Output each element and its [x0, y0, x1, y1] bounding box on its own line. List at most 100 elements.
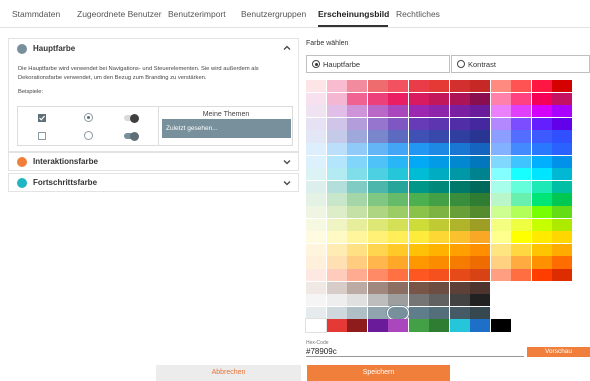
color-swatch[interactable]: [470, 319, 491, 332]
color-swatch[interactable]: [388, 319, 409, 332]
color-swatch[interactable]: [449, 319, 470, 332]
color-swatch[interactable]: [367, 80, 388, 93]
color-swatch[interactable]: [531, 243, 552, 257]
color-swatch[interactable]: [511, 105, 532, 118]
color-swatch[interactable]: [367, 143, 388, 156]
color-swatch[interactable]: [490, 269, 511, 282]
color-swatch[interactable]: [306, 155, 327, 168]
color-swatch[interactable]: [490, 117, 511, 131]
color-swatch[interactable]: [326, 92, 347, 105]
color-swatch[interactable]: [326, 193, 347, 206]
color-swatch[interactable]: [531, 92, 552, 105]
color-swatch[interactable]: [552, 243, 573, 257]
color-swatch[interactable]: [388, 180, 409, 194]
color-swatch[interactable]: [449, 80, 470, 93]
color-swatch[interactable]: [367, 155, 388, 168]
color-swatch[interactable]: [367, 319, 388, 332]
color-swatch[interactable]: [306, 193, 327, 206]
color-swatch[interactable]: [326, 294, 347, 307]
color-swatch[interactable]: [326, 218, 347, 231]
color-swatch[interactable]: [429, 168, 450, 181]
color-swatch[interactable]: [470, 269, 491, 282]
tab-stammdaten[interactable]: Stammdaten: [12, 9, 60, 19]
color-swatch[interactable]: [408, 105, 429, 118]
color-swatch[interactable]: [511, 231, 532, 244]
color-swatch[interactable]: [490, 155, 511, 168]
color-swatch[interactable]: [326, 168, 347, 181]
color-swatch[interactable]: [408, 130, 429, 143]
color-swatch[interactable]: [552, 168, 573, 181]
color-swatch[interactable]: [449, 281, 470, 294]
color-swatch[interactable]: [429, 80, 450, 93]
tab-erscheinungsbild[interactable]: Erscheinungsbild: [318, 9, 389, 19]
color-swatch[interactable]: [429, 155, 450, 168]
color-swatch[interactable]: [367, 92, 388, 105]
color-swatch[interactable]: [306, 105, 327, 118]
color-swatch[interactable]: [552, 256, 573, 269]
option-hauptfarbe[interactable]: Hauptfarbe: [306, 55, 450, 73]
color-swatch[interactable]: [449, 143, 470, 156]
color-swatch[interactable]: [429, 231, 450, 244]
color-swatch[interactable]: [367, 269, 388, 282]
color-swatch[interactable]: [429, 281, 450, 294]
color-swatch[interactable]: [511, 206, 532, 219]
hex-code-input[interactable]: [306, 346, 524, 357]
color-swatch[interactable]: [326, 243, 347, 257]
color-swatch[interactable]: [367, 294, 388, 307]
color-swatch[interactable]: [367, 117, 388, 131]
radio-kontrast[interactable]: [457, 60, 465, 68]
color-swatch[interactable]: [490, 180, 511, 194]
color-swatch[interactable]: [552, 269, 573, 282]
color-swatch[interactable]: [367, 180, 388, 194]
color-swatch[interactable]: [449, 206, 470, 219]
color-swatch[interactable]: [408, 281, 429, 294]
color-swatch[interactable]: [306, 180, 327, 194]
color-swatch[interactable]: [388, 206, 409, 219]
color-swatch[interactable]: [490, 143, 511, 156]
color-swatch[interactable]: [552, 117, 573, 131]
color-swatch[interactable]: [470, 281, 491, 294]
tab-zugeordnete-benutzer[interactable]: Zugeordnete Benutzer: [77, 9, 162, 19]
color-swatch[interactable]: [531, 218, 552, 231]
color-swatch[interactable]: [470, 206, 491, 219]
color-swatch[interactable]: [511, 155, 532, 168]
color-swatch[interactable]: [470, 117, 491, 131]
color-swatch[interactable]: [347, 243, 368, 257]
color-swatch[interactable]: [511, 269, 532, 282]
preview-button[interactable]: Vorschau: [527, 347, 590, 357]
color-swatch[interactable]: [552, 143, 573, 156]
color-swatch[interactable]: [490, 319, 511, 332]
color-swatch[interactable]: [470, 130, 491, 143]
color-swatch[interactable]: [470, 80, 491, 93]
color-swatch[interactable]: [429, 130, 450, 143]
section-fortschrittsfarbe[interactable]: Fortschrittsfarbe: [8, 173, 299, 192]
color-swatch[interactable]: [367, 256, 388, 269]
color-swatch[interactable]: [449, 180, 470, 194]
color-swatch[interactable]: [449, 306, 470, 320]
color-swatch[interactable]: [552, 155, 573, 168]
color-swatch[interactable]: [470, 92, 491, 105]
color-swatch[interactable]: [429, 294, 450, 307]
color-swatch[interactable]: [408, 155, 429, 168]
color-swatch[interactable]: [347, 256, 368, 269]
color-swatch[interactable]: [511, 130, 532, 143]
color-swatch[interactable]: [490, 193, 511, 206]
section-hauptfarbe-header[interactable]: Hauptfarbe: [9, 39, 298, 59]
color-swatch[interactable]: [531, 256, 552, 269]
color-swatch[interactable]: [347, 105, 368, 118]
color-swatch[interactable]: [408, 319, 429, 332]
color-swatch[interactable]: [326, 130, 347, 143]
color-swatch[interactable]: [531, 105, 552, 118]
color-swatch[interactable]: [429, 306, 450, 320]
color-swatch[interactable]: [552, 92, 573, 105]
color-swatch[interactable]: [470, 243, 491, 257]
themes-recent-item[interactable]: Zuletzt gesehen...: [162, 119, 291, 138]
color-swatch[interactable]: [552, 80, 573, 93]
color-swatch[interactable]: [304, 318, 328, 333]
color-swatch[interactable]: [490, 80, 511, 93]
color-swatch[interactable]: [306, 206, 327, 219]
color-swatch[interactable]: [552, 206, 573, 219]
color-swatch[interactable]: [470, 306, 491, 320]
color-swatch[interactable]: [511, 218, 532, 231]
color-swatch[interactable]: [326, 80, 347, 93]
